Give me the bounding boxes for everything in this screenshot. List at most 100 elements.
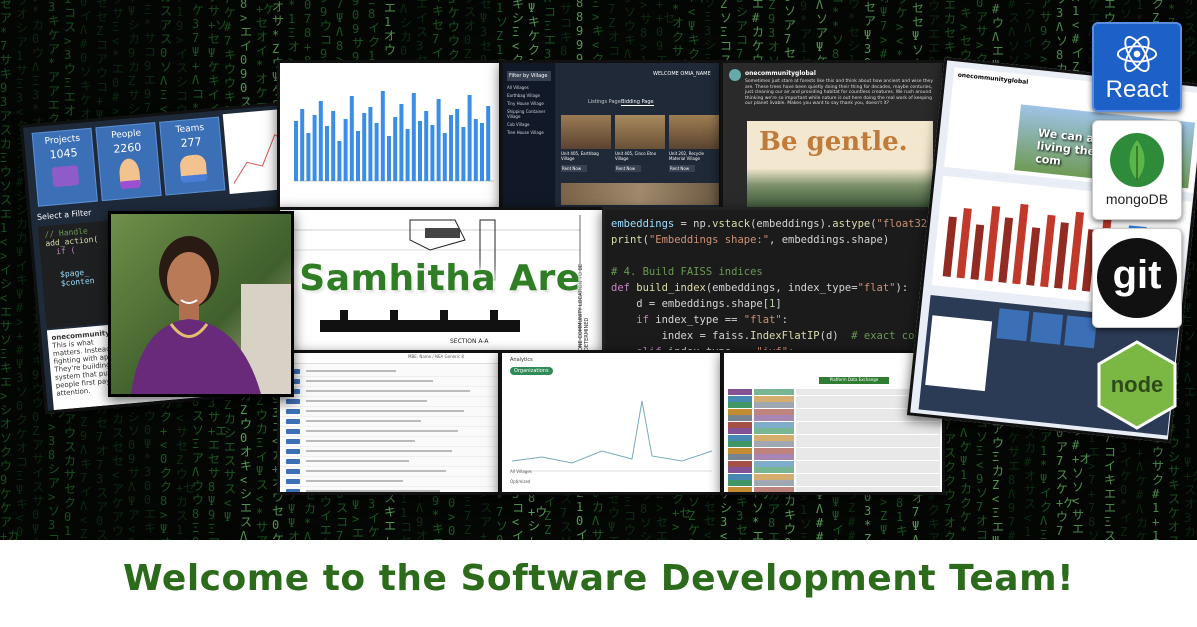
bar: [442, 133, 447, 181]
task-badge: [286, 429, 300, 434]
bar: [467, 95, 472, 181]
post-image: Be gentle.: [747, 121, 933, 207]
task-text-placeholder: [306, 410, 464, 412]
task-row[interactable]: [280, 397, 498, 407]
task-badge: [286, 469, 300, 474]
village-menu-item[interactable]: Tree House Village: [507, 130, 551, 135]
task-row[interactable]: [280, 407, 498, 417]
task-row[interactable]: [280, 367, 498, 377]
task-text-placeholder: [306, 460, 409, 462]
bar: [368, 107, 373, 181]
sheet-row: [728, 486, 940, 492]
task-text-placeholder: [306, 470, 446, 472]
sheet-cell: [728, 428, 752, 434]
team-icon: [179, 153, 208, 184]
task-row[interactable]: [280, 487, 498, 492]
bar: [430, 125, 435, 181]
rent-button[interactable]: Rent Now: [561, 165, 587, 172]
code-block: embeddings = np.vstack(embeddings).astyp…: [611, 216, 940, 351]
task-text-placeholder: [306, 480, 403, 482]
rent-button[interactable]: Rent Now: [615, 165, 641, 172]
bar: [1012, 203, 1029, 285]
task-row[interactable]: [280, 417, 498, 427]
stat-value: 277: [180, 135, 203, 151]
bar: [399, 104, 404, 181]
bar: [473, 119, 478, 181]
village-menu-item[interactable]: Shipping Container Village: [507, 109, 551, 119]
sheet-cell: [754, 402, 794, 408]
task-row[interactable]: [280, 387, 498, 397]
task-badge: [286, 489, 300, 492]
sheet-cell: [728, 486, 752, 492]
sheet-cell: [754, 441, 794, 447]
task-badge: [286, 439, 300, 444]
sheet-cell: [796, 428, 940, 434]
task-row[interactable]: [280, 447, 498, 457]
react-atom-icon: [1116, 36, 1158, 72]
bar: [461, 127, 466, 181]
post-headline: Be gentle.: [759, 127, 908, 157]
task-row[interactable]: [280, 477, 498, 487]
filter-label: Select a Filter: [36, 208, 92, 222]
sheet-title: Platform Data Exchange: [819, 377, 889, 384]
code-line: if index_type == "flat":: [636, 314, 789, 326]
sheet-cell: [754, 389, 794, 395]
code-line: def build_index(embeddings, index_type="…: [611, 282, 909, 294]
portrait-illustration: [111, 214, 291, 394]
tab-bidding[interactable]: Bidding Page: [621, 99, 654, 106]
bar: [405, 129, 410, 181]
sheet-row: [728, 428, 940, 434]
bar: [956, 207, 972, 279]
mongodb-leaf-icon: [1129, 140, 1145, 180]
sheet-row: [728, 460, 940, 467]
profile-photo: [108, 211, 294, 397]
cabin-image: [615, 115, 665, 149]
analytics-screenshot: Analytics Organizations All Villages Opt…: [499, 350, 723, 495]
village-filter[interactable]: Filter by Village: [507, 71, 551, 81]
node-label: node: [1110, 372, 1164, 397]
sheet-row: [728, 467, 940, 473]
village-menu-item[interactable]: All Villages: [507, 85, 551, 90]
organizations-pill[interactable]: Organizations: [510, 367, 553, 375]
listing-title: Unit 405, Cinco Etno Village: [615, 151, 657, 161]
footer: Welcome to the Software Development Team…: [0, 540, 1197, 627]
bar: [942, 216, 957, 277]
banner: イカシセア*7サキ93アスカΞウソスエ1<>イシ<エサソΞキエ>シオソクウ9ケケ…: [0, 0, 1197, 627]
bar: [1026, 227, 1041, 286]
sheet-cell: [796, 441, 940, 447]
bar: [424, 111, 429, 181]
sheet-cell: [754, 434, 794, 441]
bar: [325, 126, 329, 181]
person-name: Samhitha Are: [299, 258, 581, 299]
bar: [411, 93, 416, 181]
task-row[interactable]: [280, 427, 498, 437]
sheet-cell: [754, 421, 794, 428]
sheet-cell: [796, 480, 940, 486]
welcome-text: Welcome to the Software Development Team…: [123, 558, 1074, 599]
sheet-cell: [796, 486, 940, 492]
task-badge: [286, 449, 300, 454]
mongodb-label: mongoDB: [1105, 191, 1169, 207]
listing-card[interactable]: Unit 405, Earthbag Village Rent Now: [561, 115, 611, 175]
leaf-icon: [1110, 133, 1164, 187]
village-menu-item[interactable]: Cob Village: [507, 122, 551, 127]
listing-card[interactable]: Unit 405, Cinco Etno Village Rent Now: [615, 115, 665, 175]
sheet-cell: [728, 408, 752, 415]
tab-listings[interactable]: Listings Page: [588, 99, 621, 105]
react-label: React: [1105, 76, 1169, 103]
village-app-screenshot: Filter by Village All Villages Earthbag V…: [500, 60, 722, 210]
task-row[interactable]: [280, 377, 498, 387]
rent-button[interactable]: Rent Now: [669, 165, 695, 172]
code-line: # 4. Build FAISS indices: [611, 266, 763, 278]
village-menu-item[interactable]: Earthbag Village: [507, 93, 551, 98]
python-code-screenshot: embeddings = np.vstack(embeddings).astyp…: [602, 207, 947, 354]
listing-card[interactable]: Unit 202, Recycle Material Village Rent …: [669, 115, 719, 175]
task-row[interactable]: [280, 437, 498, 447]
bar: [970, 224, 985, 280]
village-menu-item[interactable]: Tiny House Village: [507, 101, 551, 106]
sheet-row: [728, 447, 940, 454]
task-row[interactable]: [280, 457, 498, 467]
task-row[interactable]: [280, 467, 498, 477]
village-title: WELCOME OMIA_NAME: [653, 71, 711, 77]
